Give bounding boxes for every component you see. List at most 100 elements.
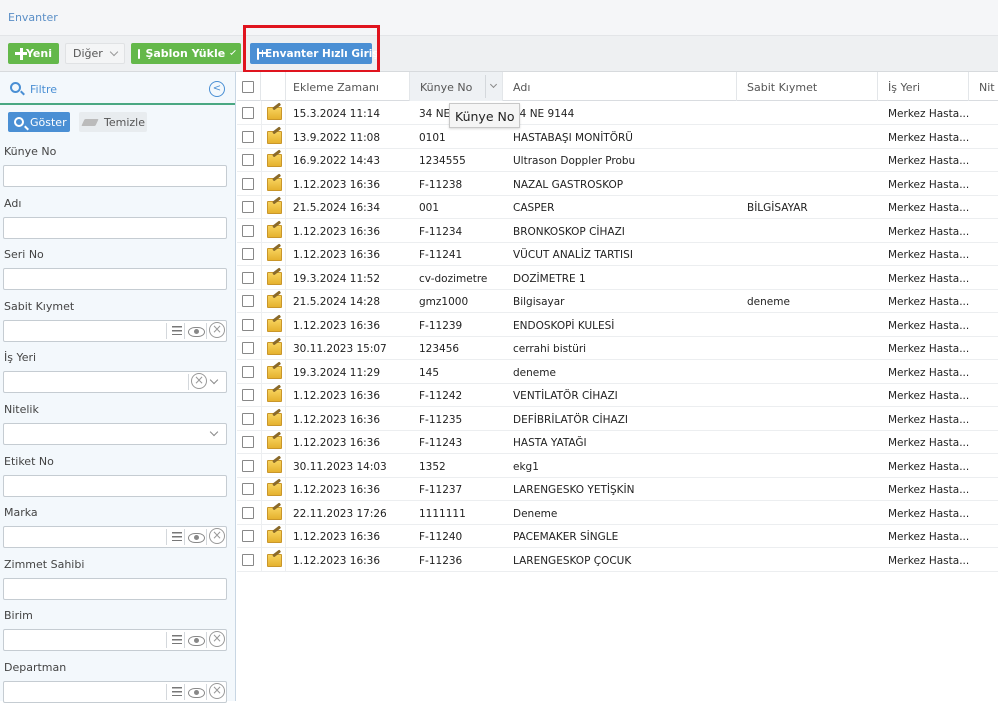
filter-input[interactable]	[3, 268, 227, 291]
column-header-kunye[interactable]: Künye No	[410, 72, 503, 101]
column-header-name[interactable]: Adı	[503, 72, 737, 101]
list-icon[interactable]	[166, 632, 184, 649]
row-checkbox[interactable]	[242, 389, 254, 401]
edit-icon[interactable]	[261, 359, 286, 383]
filter-input[interactable]	[3, 577, 227, 600]
edit-icon[interactable]	[261, 265, 286, 289]
clear-icon[interactable]	[206, 683, 225, 700]
row-checkbox[interactable]	[242, 271, 254, 284]
edit-icon[interactable]	[261, 312, 286, 336]
row-checkbox[interactable]	[242, 412, 254, 425]
list-icon[interactable]	[166, 322, 184, 339]
table-row[interactable]: 1.12.2023 16:36 F-11235 DEFİBRİLATÖR CİHAZ…	[237, 406, 998, 431]
filter-input[interactable]	[3, 526, 227, 549]
clear-button[interactable]: Temizle	[79, 112, 147, 132]
row-checkbox[interactable]	[242, 342, 254, 354]
eye-icon[interactable]	[184, 322, 206, 339]
table-row[interactable]: 1.12.2023 16:36 F-11239 ENDOSKOPİ KULESİ Me…	[237, 312, 998, 337]
edit-icon[interactable]	[261, 336, 286, 359]
clear-icon[interactable]	[206, 631, 225, 649]
eye-icon[interactable]	[184, 529, 206, 546]
select-all-checkbox[interactable]	[242, 81, 254, 93]
eye-icon[interactable]	[184, 684, 206, 700]
list-icon[interactable]	[166, 529, 184, 546]
row-checkbox[interactable]	[242, 154, 254, 166]
table-row[interactable]: 22.11.2023 17:26 1111111 Deneme Merkez Hast…	[237, 500, 998, 525]
row-checkbox[interactable]	[242, 130, 254, 143]
table-row[interactable]: 1.12.2023 16:36 F-11237 LARENGESKO YETİŞKİ…	[237, 477, 998, 501]
row-checkbox[interactable]	[242, 483, 254, 495]
edit-icon[interactable]	[261, 477, 286, 500]
edit-icon[interactable]	[261, 124, 286, 148]
load-template-button[interactable]: Şablon Yükle	[131, 43, 241, 64]
table-row[interactable]: 30.11.2023 15:07 123456 cerrahi bistüri Mer…	[237, 336, 998, 360]
row-checkbox[interactable]	[242, 318, 254, 331]
breadcrumb[interactable]: Envanter	[8, 11, 58, 24]
filter-input[interactable]	[3, 319, 227, 342]
row-checkbox[interactable]	[242, 530, 254, 542]
chevron-down-icon[interactable]	[206, 426, 224, 442]
row-checkbox[interactable]	[242, 248, 254, 260]
row-checkbox[interactable]	[242, 553, 254, 566]
edit-icon[interactable]	[261, 195, 286, 218]
row-checkbox[interactable]	[242, 459, 254, 472]
filter-input[interactable]	[3, 371, 227, 394]
row-checkbox[interactable]	[242, 506, 254, 519]
table-row[interactable]: 21.5.2024 16:34 001 CASPER BİLGİSAYAR Merkez…	[237, 195, 998, 219]
column-header-quality[interactable]: Nit	[969, 72, 998, 101]
edit-icon[interactable]	[261, 430, 286, 453]
clear-icon[interactable]	[206, 528, 225, 546]
edit-icon[interactable]	[261, 453, 286, 477]
edit-icon[interactable]	[261, 101, 286, 124]
clear-icon[interactable]	[206, 321, 225, 339]
filter-input[interactable]	[3, 165, 227, 187]
filter-input[interactable]	[3, 423, 227, 445]
table-row[interactable]: 16.9.2022 14:43 1234555 Ultrason Doppler P…	[237, 148, 998, 172]
table-row[interactable]: 1.12.2023 16:36 F-11242 VENTİLATÖR CİHAZI M…	[237, 383, 998, 407]
new-button[interactable]: Yeni	[8, 43, 59, 64]
column-header-fixed-asset[interactable]: Sabit Kıymet	[737, 72, 878, 101]
list-icon[interactable]	[166, 684, 184, 700]
table-row[interactable]: 1.12.2023 16:36 F-11238 NAZAL GASTROSKOP Me…	[237, 171, 998, 196]
edit-icon[interactable]	[261, 547, 286, 571]
row-checkbox[interactable]	[242, 107, 254, 119]
clear-icon[interactable]	[188, 373, 207, 391]
edit-icon[interactable]	[261, 148, 286, 171]
edit-icon[interactable]	[261, 524, 286, 547]
edit-icon[interactable]	[261, 242, 286, 265]
table-row[interactable]: 19.3.2024 11:29 145 deneme Merkez Hasta...	[237, 359, 998, 384]
table-row[interactable]: 13.9.2022 11:08 0101 HASTABAŞI MONİTÖRÜ Mer…	[237, 124, 998, 149]
edit-icon[interactable]	[261, 383, 286, 406]
row-checkbox[interactable]	[242, 365, 254, 378]
eye-icon[interactable]	[184, 632, 206, 649]
edit-icon[interactable]	[261, 500, 286, 524]
edit-icon[interactable]	[261, 406, 286, 430]
show-button[interactable]: Göster	[8, 112, 70, 132]
table-row[interactable]: 1.12.2023 16:36 F-11234 BRONKOSKOP CİHAZI M…	[237, 218, 998, 243]
filter-input[interactable]	[3, 474, 227, 497]
row-checkbox[interactable]	[242, 201, 254, 213]
table-row[interactable]: 1.12.2023 16:36 F-11240 PACEMAKER SİNGLE Me…	[237, 524, 998, 548]
table-row[interactable]: 19.3.2024 11:52 cv-dozimetre DOZİMETRE 1 Me…	[237, 265, 998, 290]
table-row[interactable]: 1.12.2023 16:36 F-11243 HASTA YATAĞI Merkez…	[237, 430, 998, 454]
edit-icon[interactable]	[261, 218, 286, 242]
column-header-date[interactable]: Ekleme Zamanı	[286, 72, 410, 101]
table-row[interactable]: 30.11.2023 14:03 1352 ekg1 Merkez Hasta...	[237, 453, 998, 478]
table-row[interactable]: 15.3.2024 11:14 34 NE 34 NE 9144 Merkez Has…	[237, 101, 998, 125]
filter-input[interactable]	[3, 681, 227, 703]
column-menu-chevron-icon[interactable]	[489, 80, 498, 89]
column-header-workplace[interactable]: İş Yeri	[878, 72, 969, 101]
chevron-down-icon[interactable]	[206, 374, 224, 390]
filter-input[interactable]	[3, 216, 227, 239]
row-checkbox[interactable]	[242, 436, 254, 448]
row-checkbox[interactable]	[242, 295, 254, 307]
table-row[interactable]: 1.12.2023 16:36 F-11236 LARENGESKOP ÇOCUK M…	[237, 547, 998, 572]
other-dropdown-button[interactable]: Diğer	[65, 43, 125, 64]
collapse-panel-icon[interactable]: <	[209, 81, 225, 97]
table-row[interactable]: 1.12.2023 16:36 F-11241 VÜCUT ANALİZ TARTI…	[237, 242, 998, 266]
row-checkbox[interactable]	[242, 177, 254, 190]
row-checkbox[interactable]	[242, 224, 254, 237]
filter-input[interactable]	[3, 629, 227, 652]
edit-icon[interactable]	[261, 171, 286, 195]
table-row[interactable]: 21.5.2024 14:28 gmz1000 Bilgisayar deneme Me…	[237, 289, 998, 313]
